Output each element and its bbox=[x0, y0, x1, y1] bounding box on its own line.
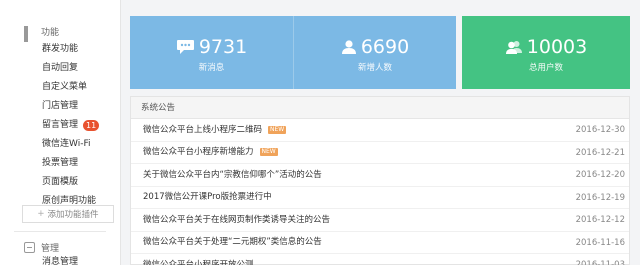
new-followers-count: 6690 bbox=[360, 36, 410, 58]
new-messages-label: 新消息 bbox=[198, 63, 225, 73]
stat-card-new-followers[interactable]: 6690 新增人数 bbox=[293, 16, 456, 89]
notice-title: 微信公众平台关于在线网页制作类诱导关注的公告 bbox=[143, 214, 331, 225]
new-badge: NEW bbox=[268, 125, 287, 134]
notice-item[interactable]: 2017微信公开课Pro版抢票进行中 2016-12-19 bbox=[131, 187, 629, 209]
dashboard-page: 功能 群发功能 自动回复 自定义菜单 门店管理 留言管理 11 微信连Wi-Fi… bbox=[0, 0, 640, 265]
notice-date: 2016-11-03 bbox=[575, 260, 625, 265]
notice-item[interactable]: 关于微信公众平台内“宗教信仰哪个”活动的公告 2016-12-20 bbox=[131, 164, 629, 187]
total-users-count: 10003 bbox=[526, 36, 588, 58]
sidebar: 功能 群发功能 自动回复 自定义菜单 门店管理 留言管理 11 微信连Wi-Fi… bbox=[0, 0, 121, 265]
notice-title: 微信公众平台上线小程序二维码 bbox=[143, 124, 263, 135]
sidebar-item-custom-menu[interactable]: 自定义菜单 bbox=[0, 78, 121, 97]
notice-date: 2016-12-20 bbox=[575, 170, 625, 180]
sidebar-item-voting[interactable]: 投票管理 bbox=[0, 154, 121, 173]
notice-item[interactable]: 微信公众平台上线小程序二维码 NEW 2016-12-30 bbox=[131, 119, 629, 142]
notice-item[interactable]: 微信公众平台小程序新增能力 NEW 2016-12-21 bbox=[131, 142, 629, 164]
sidebar-item-store-management[interactable]: 门店管理 bbox=[0, 97, 121, 116]
notice-date: 2016-12-30 bbox=[575, 125, 625, 135]
notice-date: 2016-12-19 bbox=[575, 192, 625, 203]
notice-title: 微信公众平台关于处理“二元期权”类信息的公告 bbox=[143, 237, 322, 247]
sidebar-item-mass-send[interactable]: 群发功能 bbox=[0, 40, 121, 59]
new-badge: NEW bbox=[259, 148, 278, 157]
system-notices-panel: 系统公告 微信公众平台上线小程序二维码 NEW 2016-12-30 微信公众平… bbox=[130, 96, 630, 265]
sidebar-menu: 群发功能 自动回复 自定义菜单 门店管理 留言管理 11 微信连Wi-Fi 投票… bbox=[0, 40, 121, 211]
notice-date: 2016-11-16 bbox=[575, 237, 625, 248]
notice-list: 微信公众平台上线小程序二维码 NEW 2016-12-30 微信公众平台小程序新… bbox=[131, 119, 629, 265]
notice-title: 2017微信公开课Pro版抢票进行中 bbox=[143, 192, 272, 202]
chat-icon bbox=[176, 40, 194, 54]
new-followers-label: 新增人数 bbox=[357, 63, 392, 73]
users-icon bbox=[505, 41, 522, 54]
notice-item[interactable]: 微信公众平台小程序开放公测 2016-11-03 bbox=[131, 254, 629, 265]
sidebar-item-wifi[interactable]: 微信连Wi-Fi bbox=[0, 135, 121, 154]
inbox-icon bbox=[24, 242, 35, 253]
add-plugin-button[interactable]: + 添加功能插件 bbox=[22, 205, 114, 223]
sidebar-section-features: 功能 bbox=[24, 25, 60, 42]
sidebar-item-auto-reply[interactable]: 自动回复 bbox=[0, 59, 121, 78]
sidebar-item-page-templates[interactable]: 页面模版 bbox=[0, 173, 121, 192]
new-messages-count: 9731 bbox=[198, 36, 248, 58]
sidebar-item-message-management[interactable]: 消息管理 bbox=[0, 253, 121, 265]
sidebar-menu-management: 消息管理 bbox=[0, 253, 121, 265]
person-icon bbox=[341, 40, 356, 54]
sidebar-section-label: 功能 bbox=[41, 28, 60, 38]
notice-title: 关于微信公众平台内“宗教信仰哪个”活动的公告 bbox=[143, 169, 322, 180]
stat-card-new-messages[interactable]: 9731 新消息 bbox=[130, 16, 293, 89]
total-users-label: 总用户数 bbox=[528, 63, 563, 73]
sidebar-item-comment-management[interactable]: 留言管理 11 bbox=[0, 116, 121, 135]
notice-date: 2016-12-21 bbox=[575, 147, 625, 158]
panel-title: 系统公告 bbox=[131, 97, 629, 119]
grid-icon bbox=[24, 26, 35, 42]
notice-date: 2016-12-12 bbox=[575, 215, 625, 225]
notice-item[interactable]: 微信公众平台关于在线网页制作类诱导关注的公告 2016-12-12 bbox=[131, 209, 629, 232]
sidebar-divider bbox=[14, 231, 106, 232]
notice-title: 微信公众平台小程序新增能力 bbox=[143, 147, 254, 157]
notice-title: 微信公众平台小程序开放公测 bbox=[143, 259, 254, 265]
comment-count-badge: 11 bbox=[83, 120, 100, 131]
stat-card-total-users[interactable]: 10003 总用户数 bbox=[462, 16, 630, 89]
notice-item[interactable]: 微信公众平台关于处理“二元期权”类信息的公告 2016-11-16 bbox=[131, 232, 629, 254]
plus-icon: + bbox=[37, 209, 45, 219]
